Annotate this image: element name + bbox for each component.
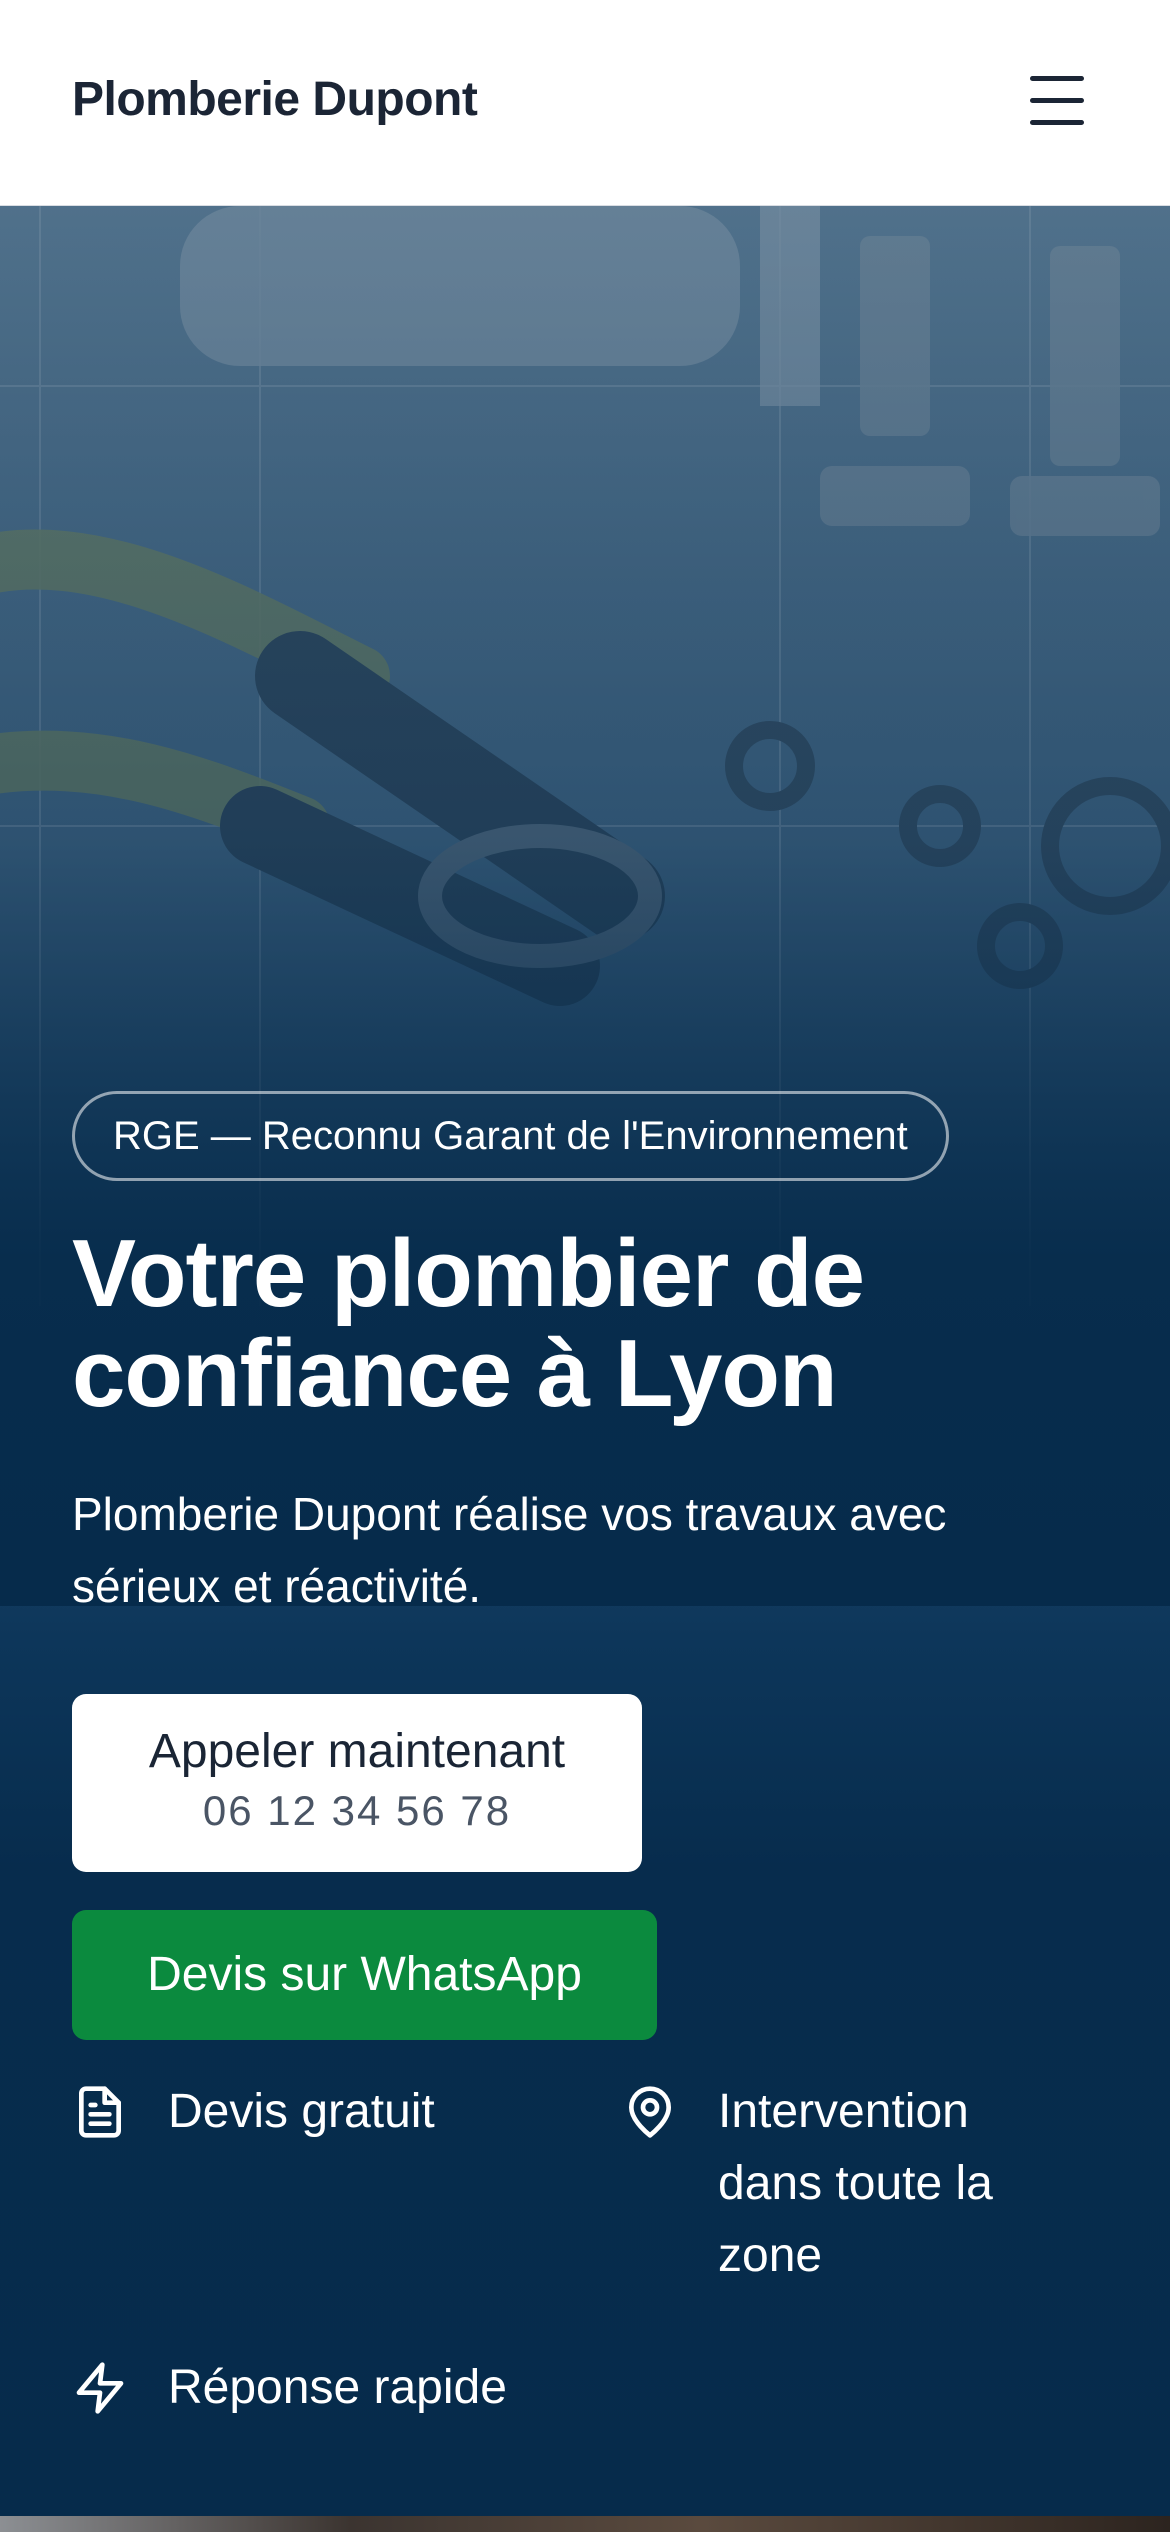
- feature-reponse-rapide: Réponse rapide: [72, 2352, 672, 2432]
- whatsapp-quote-button[interactable]: Devis sur WhatsApp: [72, 1910, 657, 2040]
- phone-number: 06 12 34 56 78: [202, 1787, 512, 1834]
- feature-devis-gratuit: Devis gratuit: [72, 2076, 552, 2156]
- next-section-image-edge: [0, 2516, 1170, 2532]
- site-header: Plomberie Dupont: [0, 0, 1170, 206]
- document-icon: [79, 2086, 121, 2138]
- hero-subtitle: Plomberie Dupont réalise vos travaux ave…: [72, 1488, 947, 1612]
- hamburger-menu-icon[interactable]: [1022, 70, 1092, 130]
- lightning-icon: [76, 2362, 124, 2414]
- menu-bar: [1030, 98, 1084, 103]
- brand-logo-text[interactable]: Plomberie Dupont: [72, 72, 478, 127]
- feature-label: Réponse rapide: [168, 2361, 507, 2414]
- feature-intervention-zone: Intervention dans toute la zone: [622, 2076, 1122, 2296]
- hero-title: Votre plombier de confiance à Lyon: [72, 1220, 865, 1427]
- menu-bar: [1030, 76, 1084, 81]
- rge-certification-badge: RGE — Reconnu Garant de l'Environnement: [72, 1091, 949, 1181]
- feature-label: Intervention dans toute la zone: [718, 2085, 993, 2282]
- call-now-label: Appeler maintenant: [148, 1725, 566, 1778]
- menu-bar: [1030, 120, 1084, 125]
- feature-label: Devis gratuit: [168, 2085, 435, 2138]
- call-now-button[interactable]: Appeler maintenant 06 12 34 56 78: [72, 1694, 642, 1872]
- map-pin-icon: [629, 2086, 671, 2138]
